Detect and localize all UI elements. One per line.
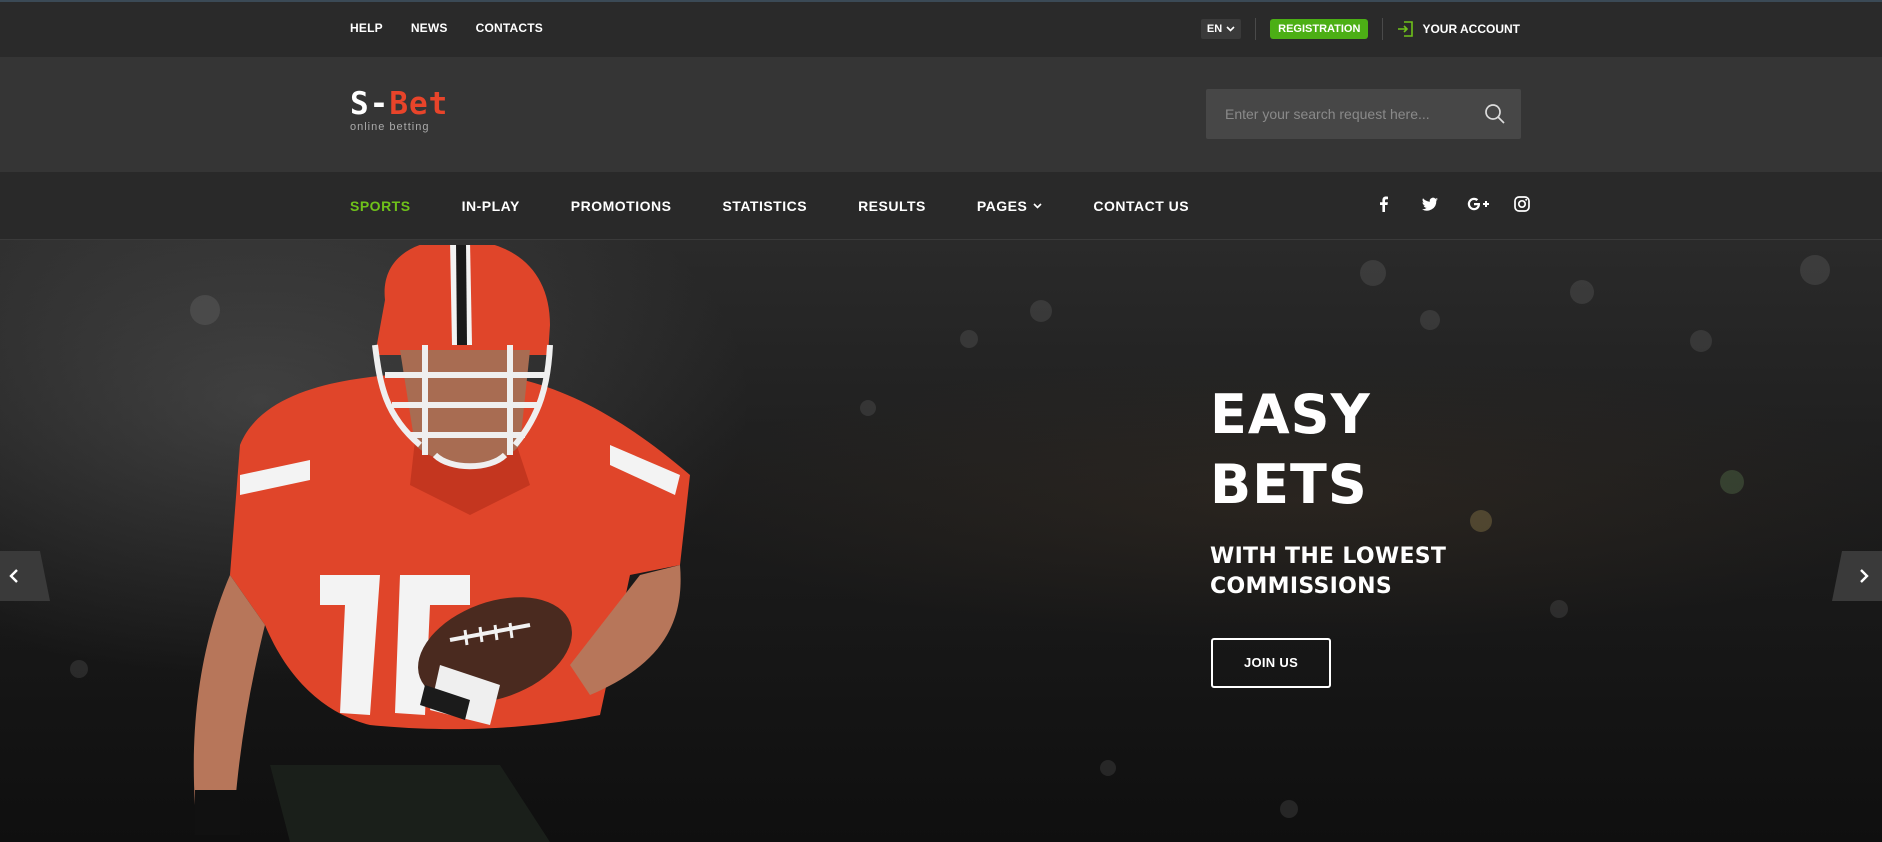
- your-account-link[interactable]: YOUR ACCOUNT: [1397, 21, 1520, 37]
- language-label: EN: [1206, 23, 1223, 35]
- hero-heading: EASY BETS WITH THE LOWEST COMMISSIONS: [1210, 380, 1446, 602]
- login-icon: [1398, 21, 1414, 37]
- account-label: YOUR ACCOUNT: [1422, 22, 1520, 36]
- hero-subtitle-line1: WITH THE LOWEST: [1210, 544, 1447, 569]
- divider: [1382, 18, 1384, 40]
- hero-title-line2: BETS: [1210, 453, 1368, 516]
- slider-next-button[interactable]: [1832, 551, 1882, 601]
- chevron-right-icon: [1860, 569, 1869, 583]
- nav-item-promotions[interactable]: PROMOTIONS: [571, 198, 672, 214]
- nav-item-results[interactable]: RESULTS: [858, 198, 926, 214]
- top-bar: HELP NEWS CONTACTS EN REGISTRATION YOUR …: [0, 0, 1882, 57]
- language-select[interactable]: EN: [1200, 19, 1242, 39]
- logo-tagline: online betting: [350, 121, 430, 133]
- logo-text-right: Bet: [389, 86, 449, 122]
- social-links: [1374, 194, 1532, 214]
- search-input[interactable]: [1206, 89, 1466, 139]
- bokeh-light: [1470, 510, 1492, 532]
- bokeh-light: [70, 660, 88, 678]
- nav-item-statistics[interactable]: STATISTICS: [722, 198, 807, 214]
- bokeh-light: [860, 400, 876, 416]
- contacts-link[interactable]: CONTACTS: [476, 21, 543, 35]
- bokeh-light: [960, 330, 978, 348]
- bokeh-light: [1570, 280, 1594, 304]
- top-links: HELP NEWS CONTACTS: [350, 21, 543, 35]
- join-us-button[interactable]: JOIN US: [1211, 638, 1331, 688]
- hero-slider: EASY BETS WITH THE LOWEST COMMISSIONS JO…: [0, 240, 1882, 842]
- chevron-down-icon: [1033, 203, 1042, 209]
- nav-item-in-play[interactable]: IN-PLAY: [462, 198, 520, 214]
- header: S-Bet online betting: [0, 57, 1882, 172]
- bokeh-light: [1550, 600, 1568, 618]
- news-link[interactable]: NEWS: [411, 21, 448, 35]
- bokeh-light: [1720, 470, 1744, 494]
- facebook-icon[interactable]: [1374, 194, 1394, 214]
- bokeh-light: [1800, 255, 1830, 285]
- hero-title-line1: EASY: [1210, 383, 1371, 446]
- search-icon[interactable]: [1484, 103, 1506, 125]
- nav-item-pages-label: PAGES: [976, 198, 1028, 214]
- logo-text-left: S-: [350, 86, 390, 122]
- bokeh-light: [1100, 760, 1116, 776]
- football-player-image: [193, 245, 690, 842]
- bokeh-light: [1360, 260, 1386, 286]
- google-plus-icon[interactable]: [1466, 194, 1489, 214]
- chevron-left-icon: [9, 569, 18, 583]
- main-nav: SPORTS IN-PLAY PROMOTIONS STATISTICS RES…: [0, 172, 1882, 240]
- bokeh-light: [1690, 330, 1712, 352]
- bokeh-light: [1420, 310, 1440, 330]
- bokeh-light: [1030, 300, 1052, 322]
- slider-prev-button[interactable]: [0, 551, 50, 601]
- logo[interactable]: S-Bet online betting: [350, 86, 449, 134]
- hero-subtitle-line2: COMMISSIONS: [1210, 574, 1392, 599]
- divider: [1255, 18, 1257, 40]
- registration-button[interactable]: REGISTRATION: [1270, 19, 1369, 39]
- nav-item-pages[interactable]: PAGES: [977, 198, 1042, 214]
- help-link[interactable]: HELP: [350, 21, 383, 35]
- instagram-icon[interactable]: [1512, 194, 1532, 214]
- bokeh-light: [1280, 800, 1298, 818]
- search-box: [1206, 89, 1521, 139]
- nav-item-sports[interactable]: SPORTS: [350, 198, 411, 214]
- twitter-icon[interactable]: [1420, 194, 1440, 214]
- nav-item-contact-us[interactable]: CONTACT US: [1093, 198, 1189, 214]
- chevron-down-icon: [1226, 26, 1235, 32]
